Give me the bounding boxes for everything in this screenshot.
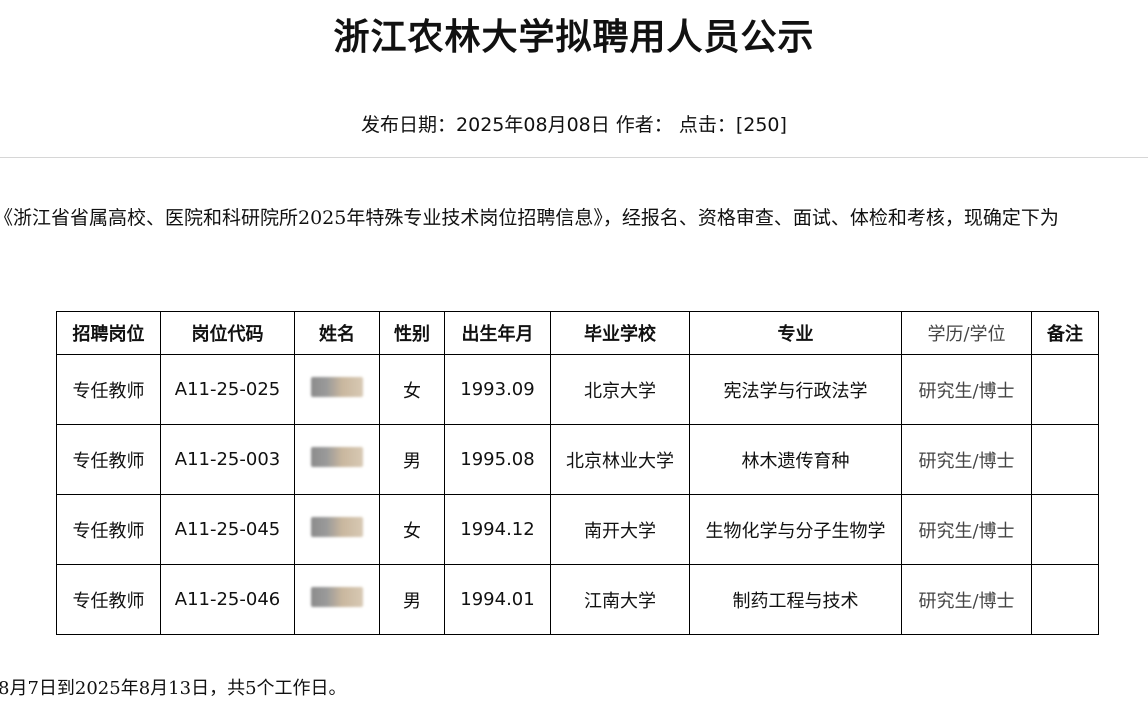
cell-gender: 男 bbox=[379, 424, 445, 495]
cell-gender: 男 bbox=[379, 564, 445, 635]
cell-code: A11-25-045 bbox=[160, 494, 295, 565]
cell-degree: 研究生/博士 bbox=[901, 494, 1032, 565]
candidate-table: 招聘岗位 岗位代码 姓名 性别 出生年月 毕业学校 专业 学历/学位 备注 专任… bbox=[56, 311, 1099, 635]
header-name: 姓名 bbox=[294, 311, 380, 355]
intro-paragraph: 《浙江省省属高校、医院和科研院所2025年特殊专业技术岗位招聘信息》，经报名、资… bbox=[0, 207, 1059, 229]
cell-note bbox=[1031, 354, 1099, 425]
cell-birth: 1993.09 bbox=[444, 354, 551, 425]
cell-birth: 1994.01 bbox=[444, 564, 551, 635]
cell-school: 北京大学 bbox=[550, 354, 690, 425]
cell-birth: 1995.08 bbox=[444, 424, 551, 495]
divider bbox=[0, 157, 1148, 158]
header-gender: 性别 bbox=[379, 311, 445, 355]
cell-code: A11-25-003 bbox=[160, 424, 295, 495]
table-header-row: 招聘岗位 岗位代码 姓名 性别 出生年月 毕业学校 专业 学历/学位 备注 bbox=[56, 311, 1099, 355]
cell-name-redacted bbox=[294, 494, 380, 565]
cell-note bbox=[1031, 494, 1099, 565]
redaction-blur bbox=[311, 377, 363, 397]
cell-code: A11-25-025 bbox=[160, 354, 295, 425]
header-code: 岗位代码 bbox=[160, 311, 295, 355]
header-post: 招聘岗位 bbox=[56, 311, 161, 355]
table-row: 专任教师 A11-25-003 男 1995.08 北京林业大学 林木遗传育种 … bbox=[56, 424, 1099, 495]
table-row: 专任教师 A11-25-045 女 1994.12 南开大学 生物化学与分子生物… bbox=[56, 494, 1099, 565]
redaction-blur bbox=[311, 447, 363, 467]
footer-paragraph: 8月7日到2025年8月13日，共5个工作日。 bbox=[0, 678, 347, 699]
cell-gender: 女 bbox=[379, 494, 445, 565]
publish-meta: 发布日期：2025年08月08日 作者： 点击：[250] bbox=[361, 114, 787, 136]
page-title: 浙江农林大学拟聘用人员公示 bbox=[333, 17, 815, 58]
redaction-blur bbox=[311, 587, 363, 607]
cell-note bbox=[1031, 564, 1099, 635]
redaction-blur bbox=[311, 517, 363, 537]
header-degree: 学历/学位 bbox=[901, 311, 1032, 355]
header-note: 备注 bbox=[1031, 311, 1099, 355]
cell-birth: 1994.12 bbox=[444, 494, 551, 565]
cell-name-redacted bbox=[294, 354, 380, 425]
header-school: 毕业学校 bbox=[550, 311, 690, 355]
cell-degree: 研究生/博士 bbox=[901, 424, 1032, 495]
cell-post: 专任教师 bbox=[56, 494, 161, 565]
cell-major: 宪法学与行政法学 bbox=[689, 354, 902, 425]
table-row: 专任教师 A11-25-025 女 1993.09 北京大学 宪法学与行政法学 … bbox=[56, 354, 1099, 425]
cell-gender: 女 bbox=[379, 354, 445, 425]
cell-name-redacted bbox=[294, 564, 380, 635]
cell-post: 专任教师 bbox=[56, 424, 161, 495]
header-birth: 出生年月 bbox=[444, 311, 551, 355]
cell-post: 专任教师 bbox=[56, 564, 161, 635]
cell-degree: 研究生/博士 bbox=[901, 564, 1032, 635]
cell-school: 北京林业大学 bbox=[550, 424, 690, 495]
cell-code: A11-25-046 bbox=[160, 564, 295, 635]
header-major: 专业 bbox=[689, 311, 902, 355]
cell-school: 江南大学 bbox=[550, 564, 690, 635]
cell-name-redacted bbox=[294, 424, 380, 495]
cell-post: 专任教师 bbox=[56, 354, 161, 425]
cell-note bbox=[1031, 424, 1099, 495]
cell-major: 林木遗传育种 bbox=[689, 424, 902, 495]
table-row: 专任教师 A11-25-046 男 1994.01 江南大学 制药工程与技术 研… bbox=[56, 564, 1099, 635]
cell-major: 生物化学与分子生物学 bbox=[689, 494, 902, 565]
cell-major: 制药工程与技术 bbox=[689, 564, 902, 635]
cell-school: 南开大学 bbox=[550, 494, 690, 565]
cell-degree: 研究生/博士 bbox=[901, 354, 1032, 425]
